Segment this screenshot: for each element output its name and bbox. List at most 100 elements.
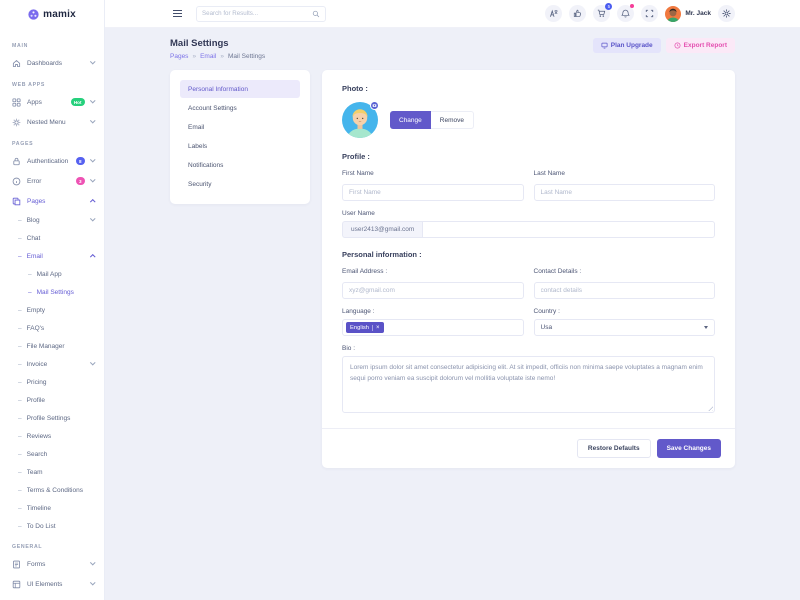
sidebar-item-error[interactable]: Error3 (0, 171, 104, 191)
profile-heading: Profile : (342, 152, 715, 161)
country-label: Country : (534, 308, 716, 315)
sidebar-item-email[interactable]: Email (0, 247, 104, 265)
notification-dot (630, 4, 634, 8)
ui-elements-icon (12, 580, 21, 589)
sidebar-item-faq-s[interactable]: FAQ's (0, 319, 104, 337)
chevron-down-icon (90, 59, 95, 64)
nested-menu-icon (12, 118, 21, 127)
contact-details-label: Contact Details : (534, 268, 716, 275)
plan-upgrade-button[interactable]: Plan Upgrade (593, 38, 661, 53)
monitor-icon (601, 42, 608, 49)
menu-toggle-icon[interactable] (170, 7, 185, 20)
profile-photo[interactable] (342, 102, 378, 138)
user-name-input[interactable] (422, 221, 715, 238)
bio-textarea[interactable]: Lorem ipsum dolor sit amet consectetur a… (342, 356, 715, 413)
search-box[interactable] (196, 6, 326, 22)
chevron-down-icon (90, 157, 95, 162)
sidebar-item-empty[interactable]: Empty (0, 301, 104, 319)
first-name-label: First Name (342, 170, 524, 177)
sidebar-item-reviews[interactable]: Reviews (0, 427, 104, 445)
sidebar-item-nested-menu[interactable]: Nested Menu (0, 112, 104, 132)
language-label: Language : (342, 308, 524, 315)
first-name-input[interactable] (342, 184, 524, 201)
sidebar-item-apps[interactable]: AppsHot (0, 92, 104, 112)
chevron-down-icon (90, 118, 95, 123)
language-tag-label: English (350, 325, 369, 331)
sidebar-item-label: FAQ's (27, 325, 94, 332)
chevron-down-icon (90, 560, 95, 565)
sidebar-item-forms[interactable]: Forms (0, 554, 104, 574)
sidebar-item-blog[interactable]: Blog (0, 211, 104, 229)
sidebar-item-dashboards[interactable]: Dashboards (0, 53, 104, 73)
user-menu[interactable]: Mr. Jack (665, 6, 711, 22)
fullscreen-button[interactable] (641, 5, 658, 22)
edit-photo-badge[interactable] (370, 101, 379, 110)
sidebar-item-invoice[interactable]: Invoice (0, 355, 104, 373)
settings-nav-notifications[interactable]: Notifications (180, 156, 300, 174)
app-root: mamix MAINDashboardsWEB APPSAppsHotNeste… (0, 0, 800, 600)
sidebar-item-terms-conditions[interactable]: Terms & Conditions (0, 481, 104, 499)
sidebar-item-file-manager[interactable]: File Manager (0, 337, 104, 355)
brand-name: mamix (43, 9, 76, 20)
sidebar-item-search[interactable]: Search (0, 445, 104, 463)
sidebar-item-authentication[interactable]: Authentication8 (0, 151, 104, 171)
change-photo-button[interactable]: Change (390, 111, 431, 129)
sidebar-item-label: Invoice (27, 361, 85, 368)
translate-icon (549, 9, 558, 18)
sidebar-item-team[interactable]: Team (0, 463, 104, 481)
mail-settings-card: Photo : Change Remove (322, 70, 735, 468)
sidebar-item-mail-app[interactable]: Mail App (0, 265, 104, 283)
home-icon (12, 59, 21, 68)
cart-icon (597, 9, 606, 18)
sidebar-item-mail-settings[interactable]: Mail Settings (0, 283, 104, 301)
translate-button[interactable] (545, 5, 562, 22)
cart-button[interactable]: 5 (593, 5, 610, 22)
sidebar-section-web-apps: WEB APPS (0, 73, 104, 92)
notifications-button[interactable] (617, 5, 634, 22)
sidebar-nav: MAINDashboardsWEB APPSAppsHotNested Menu… (0, 28, 104, 600)
sidebar-item-timeline[interactable]: Timeline (0, 499, 104, 517)
sidebar-item-chat[interactable]: Chat (0, 229, 104, 247)
last-name-input[interactable] (534, 184, 716, 201)
settings-nav-labels[interactable]: Labels (180, 137, 300, 155)
sidebar-item-pages[interactable]: Pages (0, 191, 104, 211)
sidebar-item-profile[interactable]: Profile (0, 391, 104, 409)
sidebar-item-profile-settings[interactable]: Profile Settings (0, 409, 104, 427)
language-input[interactable]: English × (342, 319, 524, 336)
sidebar-item-label: Error (27, 178, 72, 185)
topbar: 5 Mr. Jack (105, 0, 800, 28)
restore-defaults-button[interactable]: Restore Defaults (577, 439, 651, 458)
sidebar-item-label: Chat (27, 235, 94, 242)
like-button[interactable] (569, 5, 586, 22)
chevron-up-icon (90, 200, 95, 205)
brand-logo[interactable]: mamix (0, 0, 104, 28)
photo-heading: Photo : (342, 84, 715, 93)
sidebar-item-to-do-list[interactable]: To Do List (0, 517, 104, 535)
contact-details-input[interactable] (534, 282, 716, 299)
sidebar-item-label: Terms & Conditions (27, 487, 94, 494)
sidebar-item-advanced-ui[interactable]: Advanced UI (0, 594, 104, 600)
settings-nav-account-settings[interactable]: Account Settings (180, 99, 300, 117)
sidebar-item-ui-elements[interactable]: UI Elements (0, 574, 104, 594)
user-name-prefix: user2413@gmail.com (342, 221, 422, 238)
remove-language-icon[interactable]: × (372, 325, 380, 331)
search-input[interactable] (202, 10, 312, 17)
sidebar-item-label: Dashboards (27, 60, 85, 67)
remove-photo-button[interactable]: Remove (431, 111, 474, 129)
save-changes-button[interactable]: Save Changes (657, 439, 721, 458)
sidebar-item-pricing[interactable]: Pricing (0, 373, 104, 391)
email-address-input[interactable] (342, 282, 524, 299)
country-select[interactable]: Usa (534, 319, 716, 336)
settings-button[interactable] (718, 5, 735, 22)
email-address-label: Email Address : (342, 268, 524, 275)
like-icon (573, 9, 582, 18)
breadcrumb-pages[interactable]: Pages (170, 53, 188, 60)
sidebar-item-label: Profile (27, 397, 94, 404)
export-report-button[interactable]: Export Report (666, 38, 735, 53)
settings-nav-email[interactable]: Email (180, 118, 300, 136)
settings-nav-security[interactable]: Security (180, 175, 300, 193)
main-content: Mail Settings Pages Email Mail Settings … (105, 28, 800, 600)
breadcrumb-email[interactable]: Email (188, 53, 216, 60)
sidebar-item-label: Mail Settings (37, 289, 94, 296)
settings-nav-personal-information[interactable]: Personal Information (180, 80, 300, 98)
